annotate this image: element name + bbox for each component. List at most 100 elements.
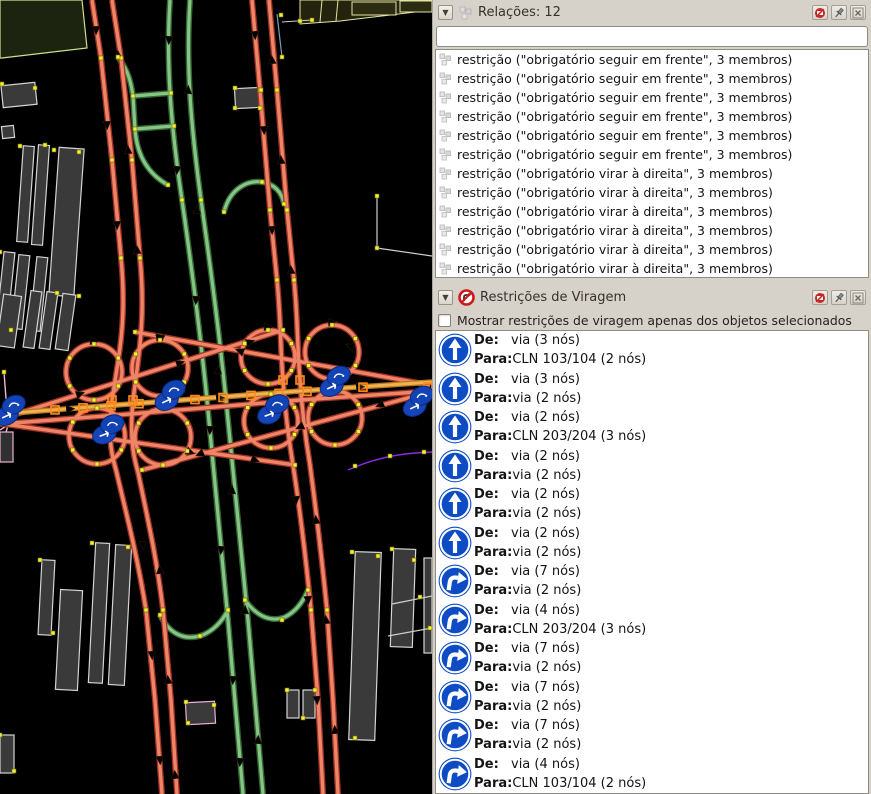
turn-restriction-item[interactable]: De:via (7 nós)Para:via (2 nós) bbox=[436, 678, 868, 717]
turn-from-line: De:via (2 nós) bbox=[474, 524, 581, 543]
relation-list-item[interactable]: restrição ("obrigatório virar à direita"… bbox=[436, 259, 868, 278]
from-label: De: bbox=[474, 370, 511, 389]
to-value: via (2 nós) bbox=[512, 391, 581, 406]
from-value: via (3 nós) bbox=[511, 372, 580, 387]
turn-stick-button[interactable] bbox=[831, 290, 847, 305]
turn-restriction-item[interactable]: De:via (2 nós)Para:via (2 nós) bbox=[436, 524, 868, 563]
relation-list-item[interactable]: restrição ("obrigatório seguir em frente… bbox=[436, 107, 868, 126]
turn-restriction-item[interactable]: De:via (7 nós)Para:via (2 nós) bbox=[436, 716, 868, 755]
turn-panel-title: Restrições de Viragem bbox=[480, 290, 807, 305]
go-straight-sign-icon bbox=[438, 372, 472, 406]
relation-list-item[interactable]: restrição ("obrigatório seguir em frente… bbox=[436, 50, 868, 69]
turn-to-line: Para:via (2 nós) bbox=[474, 466, 581, 485]
to-value: CLN 103/104 (2 nós) bbox=[512, 352, 646, 367]
to-value: via (2 nós) bbox=[512, 506, 581, 521]
turn-restriction-item[interactable]: De:via (7 nós)Para:via (2 nós) bbox=[436, 562, 868, 601]
no-icons-icon bbox=[814, 7, 826, 19]
turn-collapse-button[interactable]: ▼ bbox=[438, 290, 453, 305]
from-value: via (7 nós) bbox=[511, 641, 580, 656]
relations-hide-icons-button[interactable] bbox=[812, 5, 828, 20]
relation-item-label: restrição ("obrigatório seguir em frente… bbox=[457, 128, 792, 143]
turn-to-line: Para:via (2 nós) bbox=[474, 581, 581, 600]
to-value: via (2 nós) bbox=[512, 737, 581, 752]
relation-icon bbox=[439, 262, 452, 275]
turn-right-sign-icon bbox=[438, 718, 472, 752]
relations-list[interactable]: restrição ("obrigatório seguir em frente… bbox=[435, 49, 869, 278]
relation-icon bbox=[439, 186, 452, 199]
turn-restriction-item[interactable]: De:via (7 nós)Para:via (2 nós) bbox=[436, 639, 868, 678]
turn-restriction-icon bbox=[458, 289, 475, 306]
map-view[interactable] bbox=[0, 0, 432, 794]
turn-restriction-item[interactable]: De:via (3 nós)Para:CLN 103/104 (2 nós) bbox=[436, 331, 868, 370]
turn-to-line: Para:CLN 103/104 (2 nós) bbox=[474, 350, 646, 369]
go-straight-sign-icon bbox=[438, 449, 472, 483]
turn-from-line: De:via (3 nós) bbox=[474, 370, 581, 389]
relation-item-label: restrição ("obrigatório seguir em frente… bbox=[457, 147, 792, 162]
relation-list-item[interactable]: restrição ("obrigatório virar à direita"… bbox=[436, 221, 868, 240]
turn-from-line: De:via (2 nós) bbox=[474, 447, 581, 466]
turn-hide-icons-button[interactable] bbox=[812, 290, 828, 305]
panel-divider bbox=[433, 278, 871, 285]
relation-icon bbox=[439, 243, 452, 256]
turn-to-line: Para:CLN 103/104 (2 nós) bbox=[474, 774, 646, 793]
relation-list-item[interactable]: restrição ("obrigatório seguir em frente… bbox=[436, 69, 868, 88]
show-selected-only-checkbox[interactable] bbox=[438, 314, 451, 327]
relation-item-label: restrição ("obrigatório seguir em frente… bbox=[457, 90, 792, 105]
relation-list-item[interactable]: restrição ("obrigatório virar à direita"… bbox=[436, 164, 868, 183]
turn-restriction-item[interactable]: De:via (2 nós)Para:via (2 nós) bbox=[436, 485, 868, 524]
from-value: via (7 nós) bbox=[511, 718, 580, 733]
from-label: De: bbox=[474, 331, 511, 350]
relation-list-item[interactable]: restrição ("obrigatório seguir em frente… bbox=[436, 88, 868, 107]
turn-restriction-item[interactable]: De:via (4 nós)Para:CLN 203/204 (3 nós) bbox=[436, 601, 868, 640]
relation-item-label: restrição ("obrigatório virar à direita"… bbox=[457, 166, 773, 181]
relations-filter-input[interactable] bbox=[436, 26, 868, 47]
turn-to-line: Para:via (2 nós) bbox=[474, 658, 581, 677]
turn-to-line: Para:via (2 nós) bbox=[474, 389, 581, 408]
relation-item-label: restrição ("obrigatório seguir em frente… bbox=[457, 52, 792, 67]
relations-stick-button[interactable] bbox=[831, 5, 847, 20]
turn-restriction-item[interactable]: De:via (2 nós)Para:CLN 203/204 (3 nós) bbox=[436, 408, 868, 447]
to-label: Para: bbox=[474, 774, 512, 793]
to-label: Para: bbox=[474, 350, 512, 369]
relation-list-item[interactable]: restrição ("obrigatório seguir em frente… bbox=[436, 126, 868, 145]
turn-right-sign-icon bbox=[438, 757, 472, 791]
go-straight-sign-icon bbox=[438, 487, 472, 521]
turn-restriction-item[interactable]: De:via (3 nós)Para:via (2 nós) bbox=[436, 370, 868, 409]
relation-item-label: restrição ("obrigatório virar à direita"… bbox=[457, 204, 773, 219]
relation-list-item[interactable]: restrição ("obrigatório virar à direita"… bbox=[436, 240, 868, 259]
relations-collapse-button[interactable]: ▼ bbox=[438, 5, 453, 20]
from-label: De: bbox=[474, 485, 511, 504]
from-label: De: bbox=[474, 447, 511, 466]
relation-item-label: restrição ("obrigatório virar à direita"… bbox=[457, 261, 773, 276]
from-value: via (3 nós) bbox=[511, 333, 580, 348]
to-value: via (2 nós) bbox=[512, 583, 581, 598]
relation-item-label: restrição ("obrigatório seguir em frente… bbox=[457, 109, 792, 124]
relation-item-label: restrição ("obrigatório virar à direita"… bbox=[457, 242, 773, 257]
from-value: via (2 nós) bbox=[511, 526, 580, 541]
relation-icon bbox=[439, 53, 452, 66]
turn-restriction-item[interactable]: De:via (4 nós)Para:CLN 103/104 (2 nós) bbox=[436, 755, 868, 794]
map-canvas[interactable] bbox=[0, 0, 432, 794]
turn-close-button[interactable] bbox=[850, 290, 866, 305]
turn-right-sign-icon bbox=[438, 680, 472, 714]
turn-right-sign-icon bbox=[438, 603, 472, 637]
turn-restriction-item[interactable]: De:via (2 nós)Para:via (2 nós) bbox=[436, 447, 868, 486]
turn-from-line: De:via (4 nós) bbox=[474, 601, 646, 620]
relation-list-item[interactable]: restrição ("obrigatório virar à direita"… bbox=[436, 202, 868, 221]
turn-restrictions-list[interactable]: De:via (3 nós)Para:CLN 103/104 (2 nós)De… bbox=[435, 330, 869, 794]
show-selected-only-row: Mostrar restrições de viragem apenas dos… bbox=[433, 310, 871, 330]
to-label: Para: bbox=[474, 735, 512, 754]
relation-list-item[interactable]: restrição ("obrigatório virar à direita"… bbox=[436, 183, 868, 202]
pin-icon bbox=[833, 292, 845, 304]
turn-from-line: De:via (3 nós) bbox=[474, 331, 646, 350]
close-icon bbox=[852, 7, 864, 19]
turn-right-sign-icon bbox=[438, 641, 472, 675]
relations-close-button[interactable] bbox=[850, 5, 866, 20]
from-value: via (7 nós) bbox=[511, 680, 580, 695]
from-value: via (2 nós) bbox=[511, 487, 580, 502]
relation-list-item[interactable]: restrição ("obrigatório seguir em frente… bbox=[436, 145, 868, 164]
go-straight-sign-icon bbox=[438, 410, 472, 444]
relation-item-label: restrição ("obrigatório virar à direita"… bbox=[457, 185, 773, 200]
relations-panel-title: Relações: 12 bbox=[478, 5, 807, 20]
to-label: Para: bbox=[474, 581, 512, 600]
